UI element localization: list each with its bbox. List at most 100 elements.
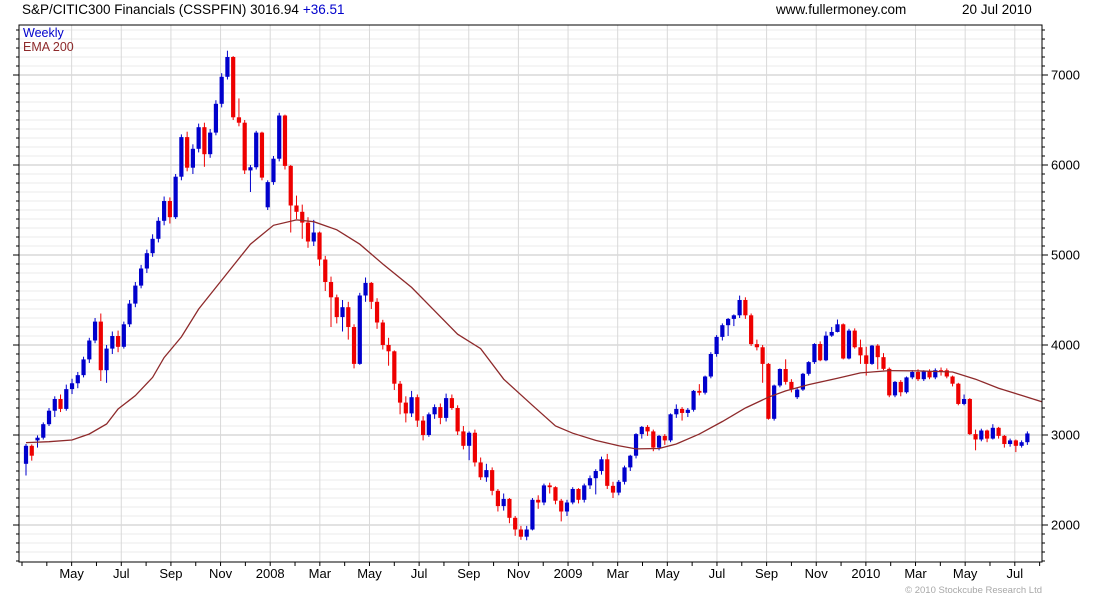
candle-body-up <box>685 409 690 413</box>
candle-body-down <box>392 351 397 384</box>
candle-body-down <box>236 117 242 123</box>
candle-body-up <box>714 336 719 354</box>
candle-body-down <box>369 282 374 302</box>
candle-body-down <box>536 499 541 503</box>
candle-body-up <box>708 354 713 377</box>
x-tick-label: Nov <box>507 566 531 581</box>
candle-body-down <box>472 432 477 463</box>
x-tick-label: Jul <box>1006 566 1023 581</box>
candle-body-down <box>305 222 311 242</box>
candle-body-up <box>81 359 86 376</box>
candle-body-down <box>610 485 616 493</box>
ema-line <box>25 219 1042 450</box>
candle-body-down <box>553 487 558 501</box>
candle-body-down <box>294 205 299 212</box>
candle-body-up <box>910 372 915 378</box>
candle-body-down <box>984 430 990 439</box>
x-tick-label: Mar <box>309 566 332 581</box>
candle-body-down <box>651 431 656 448</box>
candle-body-up <box>1025 433 1030 443</box>
candle-body-up <box>162 201 167 221</box>
candle-body-up <box>628 455 633 468</box>
candle-body-down <box>789 381 794 390</box>
site-url: www.fullermoney.com <box>776 2 907 17</box>
candle-body-down <box>328 282 334 298</box>
page-title: S&P/CITIC300 Financials (CSSPFIN) 3016.9… <box>22 2 345 17</box>
candle-body-up <box>35 437 40 441</box>
candle-body-down <box>576 489 581 500</box>
candle-body-down <box>185 137 190 168</box>
candle-body-down <box>547 485 552 488</box>
candle-body-up <box>144 253 149 269</box>
y-tick-label: 4000 <box>1051 338 1080 353</box>
candle-body-up <box>501 498 506 507</box>
x-tick-label: Sep <box>457 566 480 581</box>
candle-body-up <box>23 445 29 464</box>
candle-body-up <box>254 132 259 168</box>
candle-body-down <box>887 368 892 396</box>
candle-body-down <box>231 57 236 118</box>
candle-body-up <box>46 410 52 425</box>
candle-body-up <box>772 385 777 419</box>
instrument-title: S&P/CITIC300 Financials (CSSPFIN) 3016.9… <box>22 2 299 17</box>
candle-body-down <box>323 259 328 282</box>
candle-body-up <box>357 295 362 364</box>
candle-body-down <box>766 363 771 419</box>
candle-body-up <box>599 459 604 471</box>
candle-body-up <box>904 377 909 393</box>
candle-body-down <box>507 498 512 518</box>
candle-body-down <box>749 315 754 345</box>
candle-body-up <box>265 182 270 208</box>
candle-body-up <box>127 303 132 325</box>
y-tick-label: 7000 <box>1051 68 1080 83</box>
candle-body-down <box>374 301 380 323</box>
candle-body-up <box>196 127 201 149</box>
candle-body-down <box>927 371 932 378</box>
candle-body-up <box>731 315 736 319</box>
chart-date: 20 Jul 2010 <box>962 2 1032 17</box>
x-tick-label: Mar <box>606 566 629 581</box>
candle-body-down <box>679 408 685 413</box>
candle-body-down <box>898 381 903 393</box>
candle-body-up <box>444 398 449 418</box>
candle-body-down <box>380 322 385 345</box>
candle-body-up <box>75 375 80 384</box>
candle-body-up <box>564 502 570 512</box>
candle-body-up <box>1019 442 1024 446</box>
candle-body-down <box>559 500 564 512</box>
plot-border <box>18 24 1043 563</box>
candle-body-down <box>818 344 823 361</box>
candle-body-down <box>513 517 518 530</box>
candle-body-up <box>208 132 213 155</box>
candle-body-down <box>317 232 322 260</box>
candle-body-up <box>829 331 834 336</box>
candle-body-up <box>921 371 926 380</box>
candle-body-down <box>697 390 702 393</box>
candle-body-up <box>340 307 345 318</box>
x-tick-label: Jul <box>709 566 726 581</box>
candle-body-down <box>841 324 846 359</box>
candle-body-up <box>139 268 144 286</box>
candle-body-up <box>225 57 230 77</box>
candle-body-down <box>645 426 650 432</box>
candle-body-down <box>397 383 403 403</box>
candle-body-down <box>973 434 978 440</box>
x-tick-label: Nov <box>805 566 829 581</box>
candle-body-up <box>674 408 679 415</box>
candle-body-down <box>754 344 759 348</box>
candle-body-down <box>29 445 34 456</box>
candle-body-down <box>288 165 293 206</box>
candle-body-down <box>950 376 955 384</box>
candle-body-up <box>530 499 535 530</box>
candle-body-up <box>795 389 800 398</box>
candle-body-up <box>777 369 783 386</box>
candle-body-up <box>219 76 224 104</box>
candle-body-up <box>622 467 627 482</box>
candle-body-up <box>271 158 276 183</box>
candle-body-up <box>133 285 138 304</box>
candle-body-down <box>334 297 339 318</box>
candle-body-down <box>852 330 857 348</box>
x-tick-label: Jul <box>411 566 428 581</box>
candle-body-up <box>668 414 673 441</box>
candle-body-up <box>121 324 126 347</box>
